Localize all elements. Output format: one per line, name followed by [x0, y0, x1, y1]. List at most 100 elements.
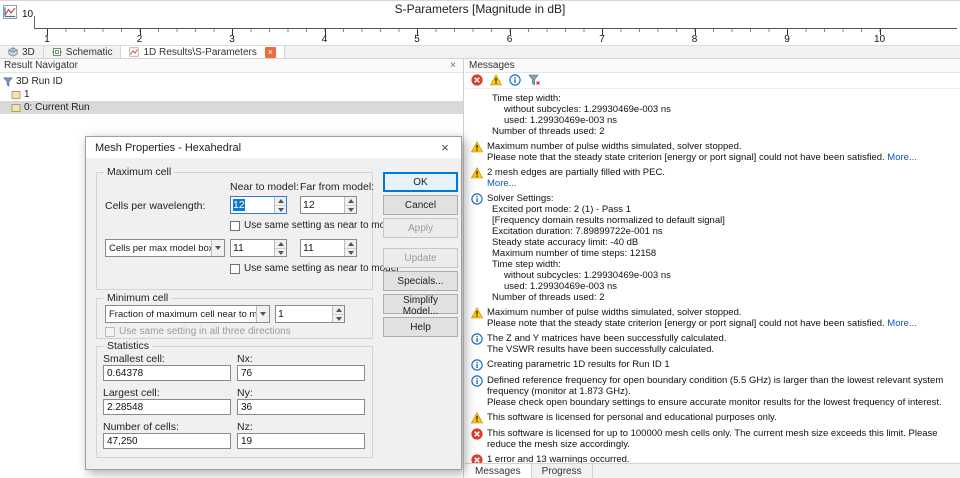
x-axis-tick-label: 5	[414, 34, 420, 45]
schematic-icon	[51, 47, 62, 57]
message-list: Time step width: without subcycles: 1.299…	[465, 90, 960, 463]
message-line: Please note that the steady state criter…	[487, 318, 956, 329]
messages-toolbar	[465, 73, 960, 89]
message-line: Creating parametric 1D results for Run I…	[487, 359, 956, 370]
message-line: The Z and Y matrices have been successfu…	[487, 333, 956, 344]
spinner-text: 12	[233, 199, 245, 211]
spin-down-icon[interactable]	[345, 206, 356, 214]
x-axis-tick-label: 8	[691, 34, 698, 45]
spin-up-icon[interactable]	[333, 306, 344, 315]
x-axis-tick-label: 4	[321, 34, 328, 45]
tab-3d[interactable]: 3D	[0, 46, 44, 58]
messages-tab[interactable]: Messages	[465, 464, 532, 478]
message-line-text: without subcycles: 1.29930469e-003 ns	[504, 270, 671, 281]
statistics-group: Statistics Smallest cell: Nx: Largest ce…	[96, 340, 373, 458]
dialog-close-icon[interactable]: ×	[438, 140, 452, 155]
tree-item-1[interactable]: 1	[0, 88, 463, 101]
use-same-all-directions-checkbox: Use same setting in all three directions	[105, 326, 291, 337]
spinner-text: 11	[233, 242, 244, 254]
messages-panel: Messages Time step width: without subcycl…	[465, 59, 960, 478]
mesh-properties-dialog: Mesh Properties - Hexahedral × Maximum c…	[85, 136, 462, 470]
cells-per-wavelength-far-spinner[interactable]: 12	[300, 196, 357, 214]
x-axis-tick-label: 3	[229, 34, 235, 45]
nx-field[interactable]	[237, 365, 365, 381]
cancel-button[interactable]: Cancel	[383, 195, 458, 215]
maximum-cell-group-label: Maximum cell	[104, 166, 175, 178]
message-line-text: used: 1.29930469e-003 ns	[504, 115, 618, 126]
number-of-cells-label: Number of cells:	[103, 421, 179, 433]
tab-label: 1D Results\S-Parameters	[143, 46, 257, 58]
panel-close-icon[interactable]: ×	[447, 60, 459, 72]
tree-item-label: 1	[24, 89, 30, 100]
message-line-text: Please note that the steady state criter…	[487, 152, 885, 163]
message-text: The Z and Y matrices have been successfu…	[487, 333, 956, 355]
checkbox-box[interactable]	[230, 263, 240, 274]
message-line-text: Time step width:	[492, 93, 561, 104]
message-line: More...	[487, 178, 956, 189]
tree-item-3d-run-id[interactable]: 3D Run ID	[0, 75, 463, 88]
message-line-text: Number of threads used: 2	[492, 126, 605, 137]
simplify-model-button[interactable]: Simplify Model...	[383, 294, 458, 317]
ok-button[interactable]: OK	[383, 172, 458, 192]
result-navigator-title: Result Navigator	[4, 60, 78, 71]
max-cell-criterion-dropdown[interactable]: Cells per max model box edge	[105, 239, 225, 257]
x-axis-tick-label: 1	[44, 34, 50, 45]
help-button[interactable]: Help	[383, 317, 458, 337]
more-link[interactable]: More...	[885, 318, 917, 329]
message-line: Time step width:	[487, 259, 956, 270]
x-axis-minor-ticks	[47, 29, 893, 32]
spin-down-icon[interactable]	[345, 249, 356, 257]
use-same-setting-checkbox-1[interactable]: Use same setting as near to model	[230, 220, 399, 231]
message-line: Please check open boundary settings to e…	[487, 397, 956, 408]
progress-tab[interactable]: Progress	[532, 464, 593, 478]
spin-down-icon[interactable]	[275, 249, 286, 257]
message-line-text: This software is licensed for personal a…	[487, 412, 777, 423]
chevron-down-icon[interactable]	[211, 240, 224, 256]
use-same-setting-checkbox-2[interactable]: Use same setting as near to model	[230, 263, 399, 274]
spin-down-icon[interactable]	[275, 206, 286, 214]
chart-icon	[129, 47, 139, 57]
tree-item-0-current-run[interactable]: 0: Current Run	[0, 101, 463, 114]
message-item: Time step width: without subcycles: 1.299…	[471, 93, 956, 137]
tab-1d-results-s-parameters[interactable]: 1D Results\S-Parameters ×	[121, 46, 285, 58]
message-line: 2 mesh edges are partially filled with P…	[487, 167, 956, 178]
largest-cell-field[interactable]	[103, 399, 231, 415]
spinner-text: 11	[303, 242, 314, 254]
spin-up-icon[interactable]	[345, 197, 356, 206]
message-filter-button[interactable]	[528, 74, 541, 87]
box-edge-far-spinner[interactable]: 11	[300, 239, 357, 257]
filter-errors-button[interactable]	[471, 74, 484, 87]
checkbox-label: Use same setting in all three directions	[119, 326, 291, 337]
number-of-cells-field[interactable]	[103, 433, 231, 449]
message-line-text: Maximum number of pulse widths simulated…	[487, 141, 742, 152]
checkbox-box[interactable]	[230, 220, 240, 231]
message-line-text: Please note that the steady state criter…	[487, 318, 885, 329]
specials-button[interactable]: Specials...	[383, 271, 458, 291]
smallest-cell-field[interactable]	[103, 365, 231, 381]
tab-schematic[interactable]: Schematic	[43, 46, 122, 58]
min-cell-criterion-dropdown[interactable]: Fraction of maximum cell near to model	[105, 305, 270, 323]
message-line-text: The Z and Y matrices have been successfu…	[487, 333, 727, 344]
filter-info-button[interactable]	[509, 74, 522, 87]
fraction-value-spinner[interactable]: 1	[275, 305, 345, 323]
tab-close-icon[interactable]: ×	[264, 46, 276, 58]
spin-up-icon[interactable]	[345, 240, 356, 249]
spinner-buttons	[344, 240, 356, 256]
filter-warnings-button[interactable]	[490, 74, 503, 87]
cells-per-wavelength-near-spinner[interactable]: 12	[230, 196, 287, 214]
plot-area: S-Parameters [Magnitude in dB] 10 1 2 3 4 5 6…	[0, 1, 960, 45]
plot-x-axis: 1 2 3 4 5 6 7 8 9 10	[35, 28, 957, 45]
nz-field[interactable]	[237, 433, 365, 449]
spinner-buttons	[274, 197, 286, 213]
spin-up-icon[interactable]	[275, 240, 286, 249]
message-line-text: Excitation duration: 7.89899722e-001 ns	[492, 226, 663, 237]
ny-field[interactable]	[237, 399, 365, 415]
dialog-titlebar[interactable]: Mesh Properties - Hexahedral ×	[86, 137, 461, 158]
spin-up-icon[interactable]	[275, 197, 286, 206]
spinner-text: 1	[278, 308, 284, 320]
box-edge-near-spinner[interactable]: 11	[230, 239, 287, 257]
more-link[interactable]: More...	[885, 152, 917, 163]
more-link[interactable]: More...	[487, 178, 517, 189]
spin-down-icon[interactable]	[333, 315, 344, 323]
chevron-down-icon[interactable]	[256, 306, 269, 322]
